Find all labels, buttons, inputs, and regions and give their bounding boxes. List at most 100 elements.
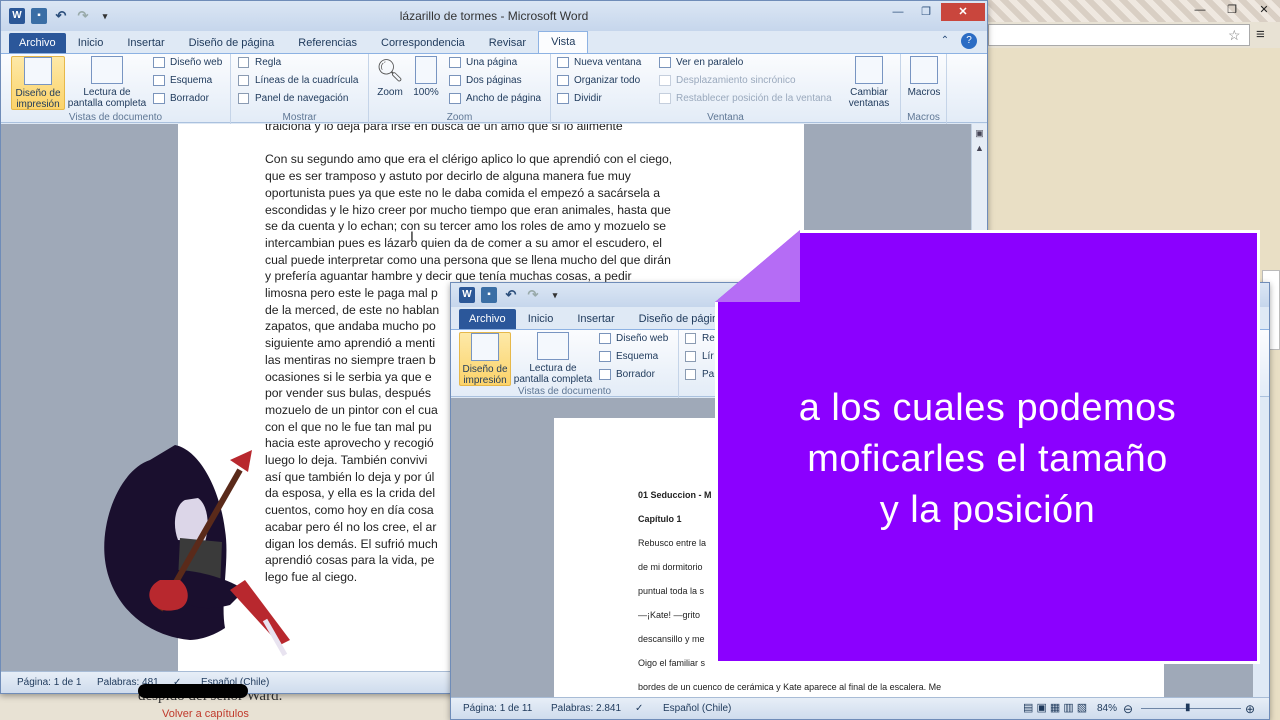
view-buttons[interactable]: ▤ ▣ ▦ ▥ ▧: [1023, 701, 1087, 714]
address-bar[interactable]: [988, 24, 1250, 46]
cuadricula-checkbox[interactable]: Líneas de la cuadrícula: [238, 73, 358, 89]
redo-icon[interactable]: ↷: [525, 287, 541, 303]
help-icon[interactable]: ?: [961, 33, 977, 49]
tab-insertar[interactable]: Insertar: [115, 33, 176, 53]
organizar-todo-button[interactable]: Organizar todo: [557, 73, 640, 89]
tab-diseno-pagina[interactable]: Diseño de página: [177, 33, 287, 53]
tab-correspondencia[interactable]: Correspondencia: [369, 33, 477, 53]
zoom-in-icon[interactable]: ⊕: [1245, 702, 1255, 716]
tab-archivo[interactable]: Archivo: [459, 309, 516, 329]
page-count[interactable]: Página: 1 de 1: [17, 677, 82, 688]
tab-revisar[interactable]: Revisar: [477, 33, 538, 53]
tab-referencias[interactable]: Referencias: [286, 33, 369, 53]
zoom-slider[interactable]: [1141, 708, 1241, 709]
title-bar: W ▪ ↶ ↷ ▾ lázarillo de tormes - Microsof…: [1, 1, 987, 31]
tab-inicio[interactable]: Inicio: [66, 33, 116, 53]
diseno-web-button[interactable]: Diseño web: [153, 55, 222, 71]
document-line[interactable]: bordes de un cuenco de cerámica y Kate a…: [638, 682, 941, 692]
diseno-impresion-button[interactable]: Diseño de impresión: [11, 56, 65, 110]
zoom-level[interactable]: 84%: [1097, 703, 1117, 714]
note-line: a los cuales podemos: [798, 387, 1177, 429]
maximize-button[interactable]: ❐: [1216, 0, 1248, 20]
star-icon[interactable]: ☆: [1228, 27, 1241, 44]
restore-button[interactable]: ❐: [913, 3, 939, 21]
group-mostrar: Regla Líneas de la cuadrícula Panel de n…: [231, 54, 369, 124]
zoom-out-icon[interactable]: ⊖: [1123, 702, 1133, 716]
scroll-up-icon[interactable]: ▲: [972, 143, 987, 153]
page-count[interactable]: Página: 1 de 11: [463, 703, 532, 714]
collapse-ribbon-icon[interactable]: ⌃: [937, 33, 953, 49]
esquema-button[interactable]: Esquema: [153, 73, 212, 89]
customize-dropdown-icon[interactable]: ▾: [547, 287, 563, 303]
note-line: moficarles el tamaño: [807, 438, 1168, 480]
zoom-100-button[interactable]: 100%: [411, 56, 441, 98]
document-line[interactable]: —¡Kate! —grito: [638, 610, 700, 620]
nueva-ventana-button[interactable]: Nueva ventana: [557, 55, 641, 71]
borrador-button[interactable]: Borrador: [599, 367, 655, 383]
word-logo-icon[interactable]: W: [459, 287, 475, 303]
document-line[interactable]: Rebusco entre la: [638, 538, 706, 548]
regla-checkbox[interactable]: Regla: [238, 55, 281, 71]
tab-archivo[interactable]: Archivo: [9, 33, 66, 53]
close-button[interactable]: ✕: [941, 3, 985, 21]
switch-windows-icon: [855, 56, 883, 84]
zoom-slider-thumb[interactable]: ▮: [1185, 702, 1191, 713]
word-count[interactable]: Palabras: 2.841: [551, 703, 621, 714]
side-by-side-icon: [659, 56, 671, 68]
tab-vista[interactable]: Vista: [538, 31, 589, 53]
page-width-icon: [449, 92, 461, 104]
cambiar-ventanas-button[interactable]: Cambiar ventanas: [843, 56, 895, 109]
group-ventana: Nueva ventana Organizar todo Dividir Ver…: [551, 54, 901, 124]
group-label: Vistas de documento: [517, 386, 612, 397]
full-screen-reading-icon: [91, 56, 123, 84]
magnifier-icon: 🔍︎: [376, 58, 404, 83]
regla-checkbox[interactable]: Re: [685, 331, 715, 347]
document-heading[interactable]: 01 Seduccion - M: [638, 490, 712, 500]
lectura-pantalla-completa-button[interactable]: Lectura de pantalla completa: [513, 332, 593, 385]
minimize-button[interactable]: —: [885, 3, 911, 21]
group-vistas-documento: Diseño de impresión Lectura de pantalla …: [1, 54, 231, 124]
status-bar: Página: 1 de 11 Palabras: 2.841 ✓ Españo…: [451, 697, 1269, 719]
browser-window-controls: — ❐ ✕: [1184, 0, 1280, 22]
scribble-mark: [138, 684, 248, 698]
cuadricula-checkbox[interactable]: Lír: [685, 349, 714, 365]
macros-icon: [910, 56, 938, 84]
zoom-button[interactable]: 🔍︎ Zoom: [373, 56, 407, 98]
ruler-toggle-icon[interactable]: ▣: [972, 128, 987, 139]
document-line[interactable]: Oigo el familiar s: [638, 658, 705, 668]
print-layout-icon: [24, 57, 52, 85]
save-icon[interactable]: ▪: [481, 287, 497, 303]
esquema-button[interactable]: Esquema: [599, 349, 658, 365]
ancho-pagina-button[interactable]: Ancho de página: [449, 91, 541, 107]
web-layout-icon: [599, 332, 611, 344]
group-label: Vistas de documento: [68, 112, 163, 123]
ver-en-paralelo-button[interactable]: Ver en paralelo: [659, 55, 743, 71]
diseno-impresion-button[interactable]: Diseño de impresión: [459, 332, 511, 386]
undo-icon[interactable]: ↶: [503, 287, 519, 303]
tab-insertar[interactable]: Insertar: [565, 309, 626, 329]
two-pages-icon: [449, 74, 461, 86]
document-line[interactable]: puntual toda la s: [638, 586, 704, 596]
diseno-web-button[interactable]: Diseño web: [599, 331, 668, 347]
note-text: a los cuales podemos moficarles el tamañ…: [718, 383, 1257, 536]
chapters-link[interactable]: Volver a capítulos: [162, 708, 249, 720]
window-title: lázarillo de tormes - Microsoft Word: [399, 9, 589, 23]
document-line[interactable]: de mi dormitorio: [638, 562, 703, 572]
tab-inicio[interactable]: Inicio: [516, 309, 566, 329]
borrador-button[interactable]: Borrador: [153, 91, 209, 107]
document-line[interactable]: descansillo y me: [638, 634, 705, 644]
una-pagina-button[interactable]: Una página: [449, 55, 517, 71]
dividir-button[interactable]: Dividir: [557, 91, 602, 107]
macros-button[interactable]: Macros: [907, 56, 941, 98]
close-button[interactable]: ✕: [1248, 0, 1280, 20]
minimize-button[interactable]: —: [1184, 0, 1216, 20]
group-vistas-documento: Diseño de impresión Lectura de pantalla …: [451, 330, 679, 398]
lectura-pantalla-completa-button[interactable]: Lectura de pantalla completa: [67, 56, 147, 109]
hamburger-icon[interactable]: ≡: [1256, 26, 1265, 43]
proofing-icon[interactable]: ✓: [635, 703, 643, 714]
panel-navegacion-checkbox[interactable]: Pa: [685, 367, 714, 383]
chapter-title[interactable]: Capítulo 1: [638, 514, 682, 524]
language[interactable]: Español (Chile): [663, 703, 731, 714]
dos-paginas-button[interactable]: Dos páginas: [449, 73, 522, 89]
panel-navegacion-checkbox[interactable]: Panel de navegación: [238, 91, 348, 107]
